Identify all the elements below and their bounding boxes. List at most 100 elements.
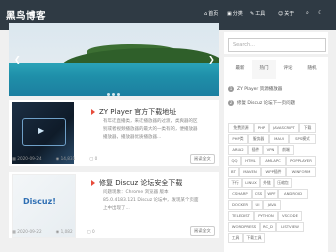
post-meta: ▦ 2020-09-24 ◉ 14,831 ▢ 0 xyxy=(12,156,111,161)
nav-home-label: 首页 xyxy=(208,11,219,17)
tool-icon: ✎ xyxy=(250,10,255,17)
post-card: Discuz! 修复 Discuz 论坛安全下载 问题现象：Chrome 浏览器… xyxy=(9,172,219,238)
tag[interactable]: BT xyxy=(228,167,239,177)
rank-badge: 1 xyxy=(228,86,234,92)
user-icon: ☺ xyxy=(278,10,284,17)
tab-latest[interactable]: 最新 xyxy=(228,60,252,79)
post-excerpt: 有年迁直播类，来迁播放器的过渡，类爽器的区别或者视频播放器的最大的一类有的，便播… xyxy=(103,119,198,141)
tab-comments[interactable]: 评论 xyxy=(276,60,300,79)
tag[interactable]: QQ xyxy=(228,156,241,166)
post-thumbnail[interactable]: ▶ xyxy=(12,102,74,164)
tag[interactable]: WORDPRESS xyxy=(228,222,260,232)
tag[interactable]: RC_D xyxy=(260,222,276,232)
post-title-text: ZY Player 官方下载地址 xyxy=(99,108,177,116)
post-title[interactable]: 修复 Discuz 论坛安全下载 xyxy=(91,178,182,188)
tag[interactable]: MAUI xyxy=(269,134,289,144)
tag[interactable]: PHP xyxy=(254,123,269,133)
comment-icon: ▢ 0 xyxy=(89,156,98,161)
tag[interactable]: MAVEN xyxy=(239,167,261,177)
calendar-icon: ▦ 2020-09-22 xyxy=(12,229,42,234)
tag[interactable]: 压缩包 xyxy=(274,178,292,188)
tag[interactable]: AMLAPC xyxy=(260,156,286,166)
tag[interactable]: 前端 xyxy=(278,145,294,155)
comment-icon: ▢ 0 xyxy=(86,229,95,234)
posts-tabs: 最新 热门 评论 随机 xyxy=(228,60,326,79)
search-toggle[interactable]: ⌕ xyxy=(306,10,309,16)
discuz-logo-icon: Discuz! xyxy=(23,197,56,206)
theme-toggle[interactable]: ☾ xyxy=(318,10,322,16)
tag[interactable]: 下载 xyxy=(299,123,316,133)
hot-item-title: ZY Player 资源播放器 xyxy=(237,87,283,92)
tag[interactable]: LISTVIEW xyxy=(276,222,304,232)
nav-category[interactable]: ▣ 分类 xyxy=(227,10,243,18)
tag[interactable]: 外链 xyxy=(260,178,274,188)
tab-hot[interactable]: 热门 xyxy=(252,60,276,79)
tag[interactable]: VPN xyxy=(263,145,278,155)
tag[interactable]: JAVASCRIPT xyxy=(269,123,299,133)
search-input[interactable]: Search... xyxy=(228,38,326,52)
tag[interactable]: 插件 xyxy=(248,145,263,155)
search-icon: ⌕ xyxy=(306,10,309,16)
tag[interactable]: SPS模式 xyxy=(289,134,316,144)
post-title-marker xyxy=(91,180,95,186)
tag[interactable]: JAVA xyxy=(263,200,281,210)
slider-dot[interactable] xyxy=(117,93,120,96)
post-card: ▶ ZY Player 官方下载地址 有年迁直播类，来迁播放器的过渡，类爽器的区… xyxy=(9,100,219,166)
tag[interactable]: CSHARP xyxy=(228,189,252,199)
tag[interactable]: LINUX xyxy=(242,178,260,188)
slider-dot[interactable] xyxy=(107,93,110,96)
home-icon: ⌂ xyxy=(204,10,208,17)
tag[interactable]: ANDROID xyxy=(278,189,308,199)
slider-prev-icon[interactable]: ❮ xyxy=(14,55,21,64)
post-views: 14,831 xyxy=(60,156,76,161)
tag[interactable]: CSS xyxy=(252,189,265,199)
moon-icon: ☾ xyxy=(318,10,323,16)
slider-dot[interactable] xyxy=(112,93,115,96)
tab-random[interactable]: 随机 xyxy=(300,60,324,79)
nav-tools[interactable]: ✎ 工具 xyxy=(250,10,266,18)
tag[interactable]: WPF xyxy=(265,189,278,199)
tag[interactable]: TELEDIST xyxy=(228,211,254,221)
hero-slider[interactable]: ❮ ❯ xyxy=(9,23,219,96)
tag[interactable]: WINFORM xyxy=(286,167,316,177)
tag[interactable]: PYTHON xyxy=(254,211,278,221)
play-icon: ▶ xyxy=(38,126,45,135)
post-likes: 0 xyxy=(94,156,98,161)
view-icon: ◉ 14,831 xyxy=(55,156,76,161)
slider-next-icon[interactable]: ❯ xyxy=(208,55,215,64)
nav-tools-label: 工具 xyxy=(255,11,266,17)
rank-badge: 2 xyxy=(228,100,234,106)
tag[interactable]: POPPLAYER xyxy=(286,156,316,166)
tag[interactable]: ARIA2 xyxy=(228,145,248,155)
nav-about[interactable]: ☺ 关于 xyxy=(278,10,294,18)
nav-home[interactable]: ⌂ 首页 xyxy=(204,10,219,18)
tab-random-label: 随机 xyxy=(307,66,317,72)
folder-icon: ▣ xyxy=(227,10,232,17)
read-more-button[interactable]: 阅读全文 xyxy=(190,226,215,236)
calendar-icon: ▦ 2020-09-24 xyxy=(12,156,42,161)
tag[interactable]: 下载工具 xyxy=(243,233,265,243)
post-views: 1,082 xyxy=(60,229,73,234)
tag[interactable]: VSCODE xyxy=(278,211,302,221)
post-date: 2020-09-22 xyxy=(17,229,42,234)
tag[interactable]: WPP插件 xyxy=(261,167,286,177)
tag[interactable]: UI xyxy=(252,200,263,210)
tag[interactable]: 免费资源 xyxy=(228,123,254,133)
post-meta: ▦ 2020-09-22 ◉ 1,082 ▢ 0 xyxy=(12,229,109,234)
tag[interactable]: HTML xyxy=(241,156,260,166)
tag[interactable]: PHP类 xyxy=(228,134,248,144)
view-icon: ◉ 1,082 xyxy=(55,229,73,234)
hot-list-item[interactable]: 1 ZY Player 资源播放器 xyxy=(228,86,282,92)
sea xyxy=(9,63,219,96)
tab-comments-label: 评论 xyxy=(283,66,293,72)
read-more-button[interactable]: 阅读全文 xyxy=(190,154,215,164)
tag[interactable]: 工具 xyxy=(228,233,243,243)
site-logo[interactable]: 黑鸟博客 xyxy=(6,8,46,22)
nav-category-label: 分类 xyxy=(232,11,243,17)
tag[interactable]: 下行 xyxy=(228,178,242,188)
hot-list-item[interactable]: 2 修复 Discuz 论坛下一页问题 xyxy=(228,100,295,106)
post-title-marker xyxy=(91,109,95,115)
tag[interactable]: 服务器 xyxy=(248,134,269,144)
tag[interactable]: DOCKER xyxy=(228,200,252,210)
post-title[interactable]: ZY Player 官方下载地址 xyxy=(91,107,176,117)
